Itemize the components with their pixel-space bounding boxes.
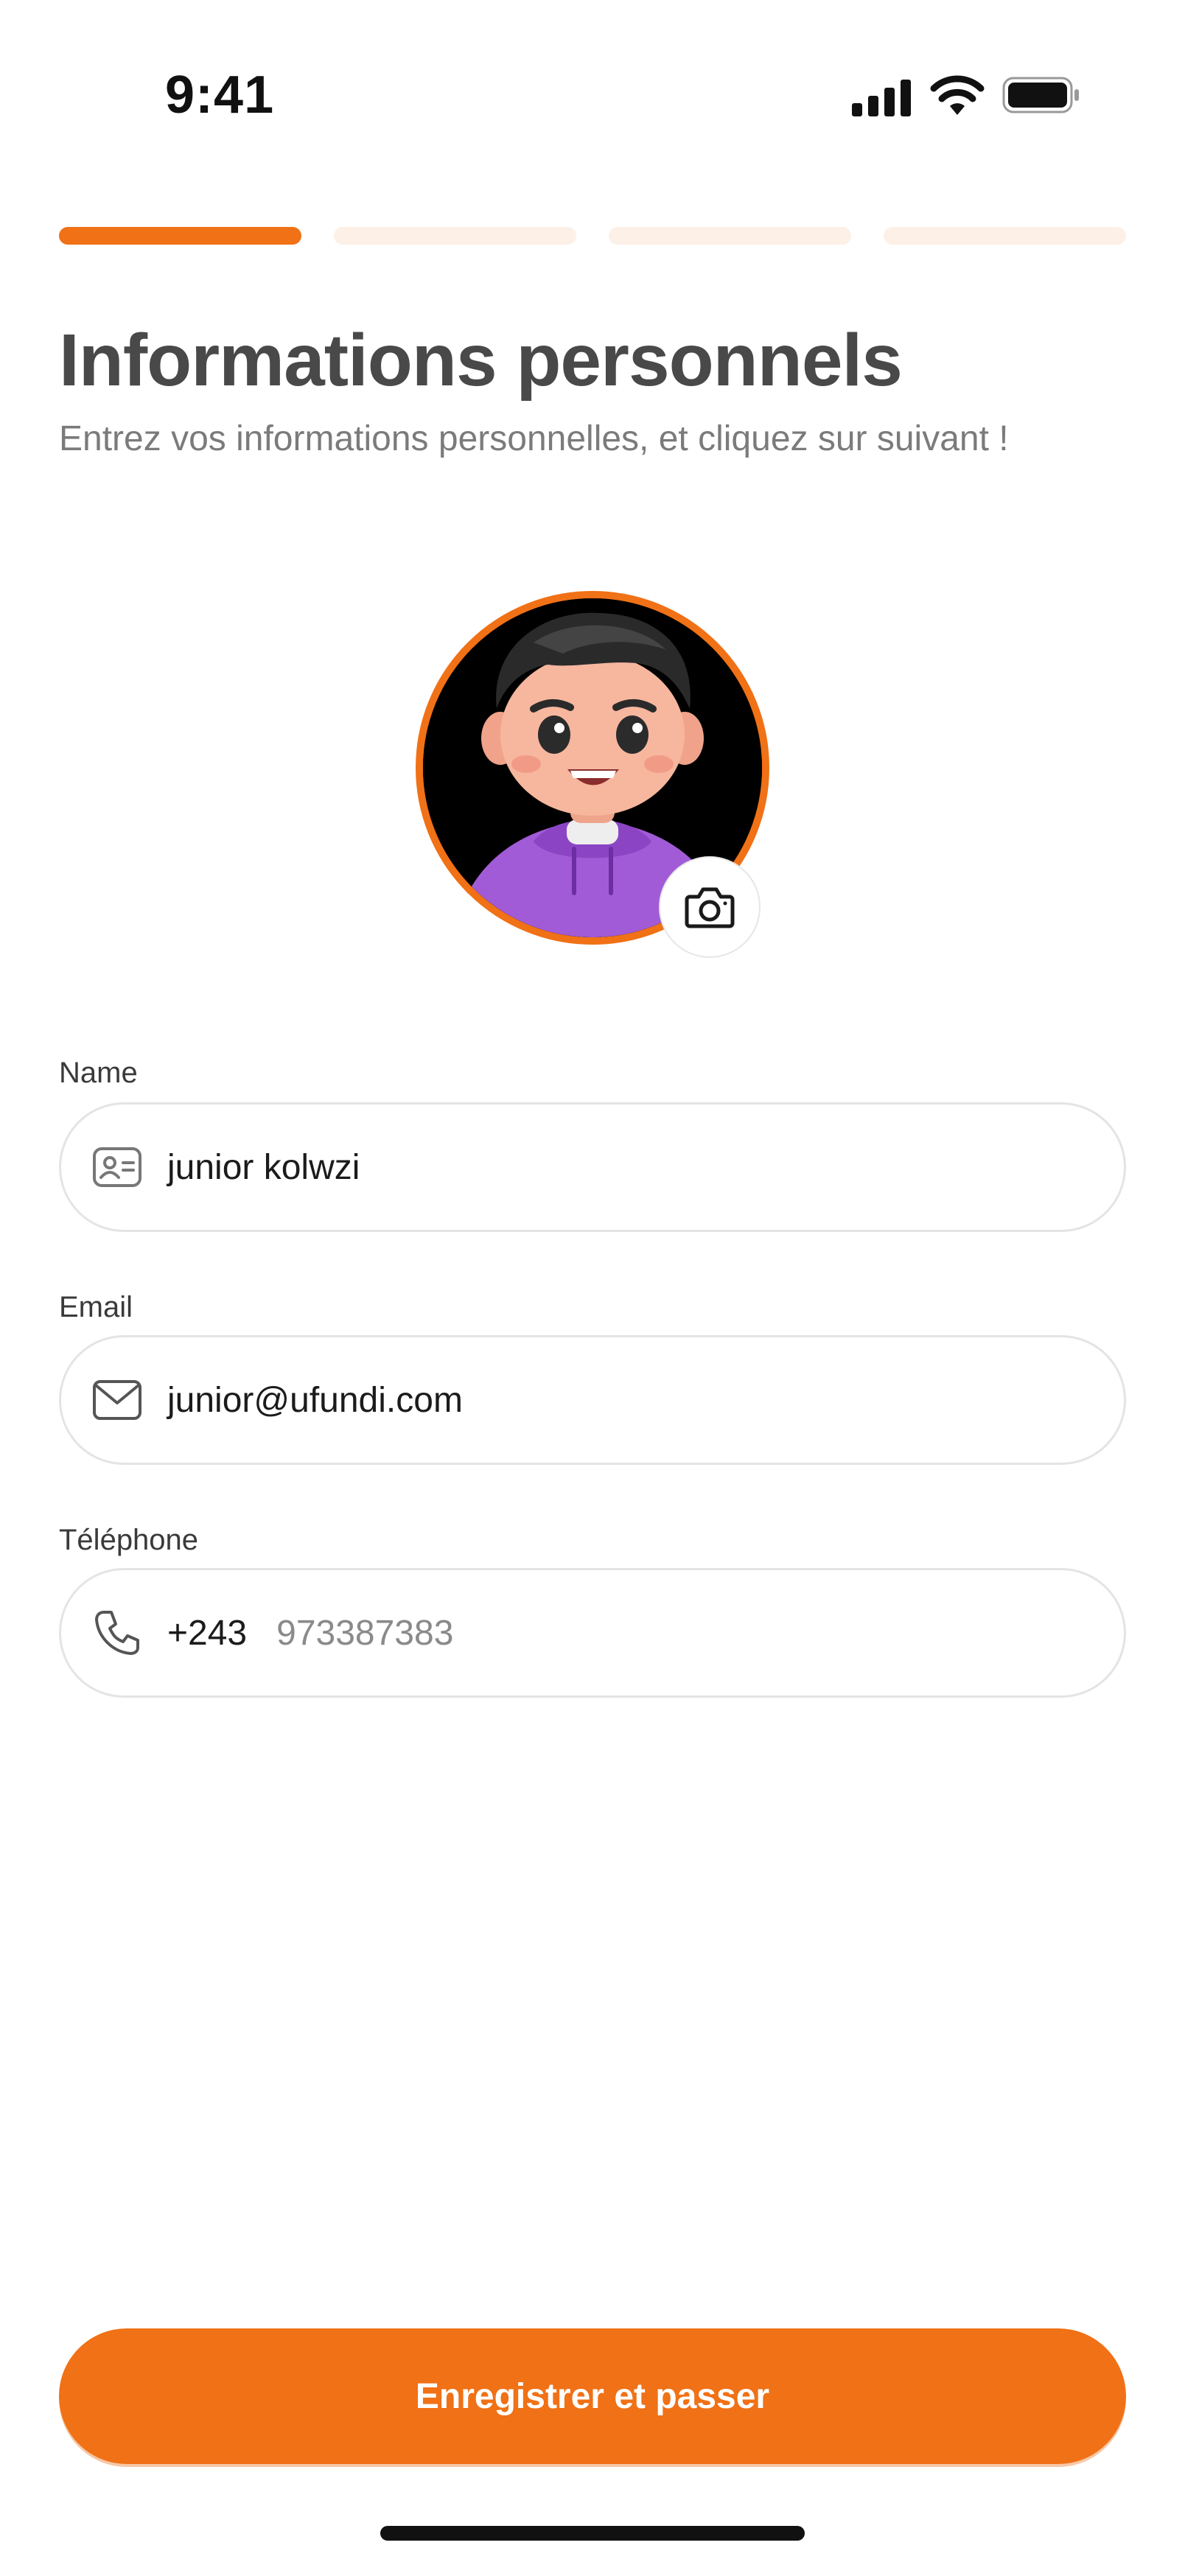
progress-step-2 — [334, 227, 576, 245]
name-field[interactable]: junior kolwzi — [59, 1102, 1126, 1232]
country-code[interactable]: +243 — [167, 1613, 247, 1653]
id-card-icon — [91, 1141, 144, 1194]
phone-label: Téléphone — [59, 1524, 199, 1556]
progress-step-3 — [609, 227, 851, 245]
onboarding-progress — [59, 227, 1126, 245]
phone-field[interactable]: +243 973387383 — [59, 1568, 1126, 1698]
email-field[interactable]: junior@ufundi.com — [59, 1335, 1126, 1465]
phone-icon — [91, 1606, 144, 1659]
status-time: 9:41 — [165, 66, 275, 125]
phone-input-placeholder: 973387383 — [276, 1613, 454, 1653]
progress-step-4 — [884, 227, 1126, 245]
name-input-value: junior kolwzi — [167, 1147, 360, 1187]
name-label: Name — [59, 1057, 138, 1089]
mail-icon — [91, 1373, 144, 1427]
change-photo-button[interactable] — [659, 856, 761, 958]
progress-step-1 — [59, 227, 301, 245]
home-indicator — [380, 2526, 805, 2541]
email-input-value: junior@ufundi.com — [167, 1380, 463, 1420]
cellular-signal-icon — [852, 80, 911, 116]
wifi-icon — [930, 75, 985, 115]
battery-icon — [1002, 77, 1079, 113]
page-subtitle: Entrez vos informations personnelles, et… — [59, 419, 1009, 458]
page-title: Informations personnels — [59, 319, 903, 402]
email-label: Email — [59, 1291, 133, 1323]
camera-icon — [685, 887, 735, 928]
save-and-continue-button[interactable]: Enregistrer et passer — [59, 2328, 1126, 2464]
